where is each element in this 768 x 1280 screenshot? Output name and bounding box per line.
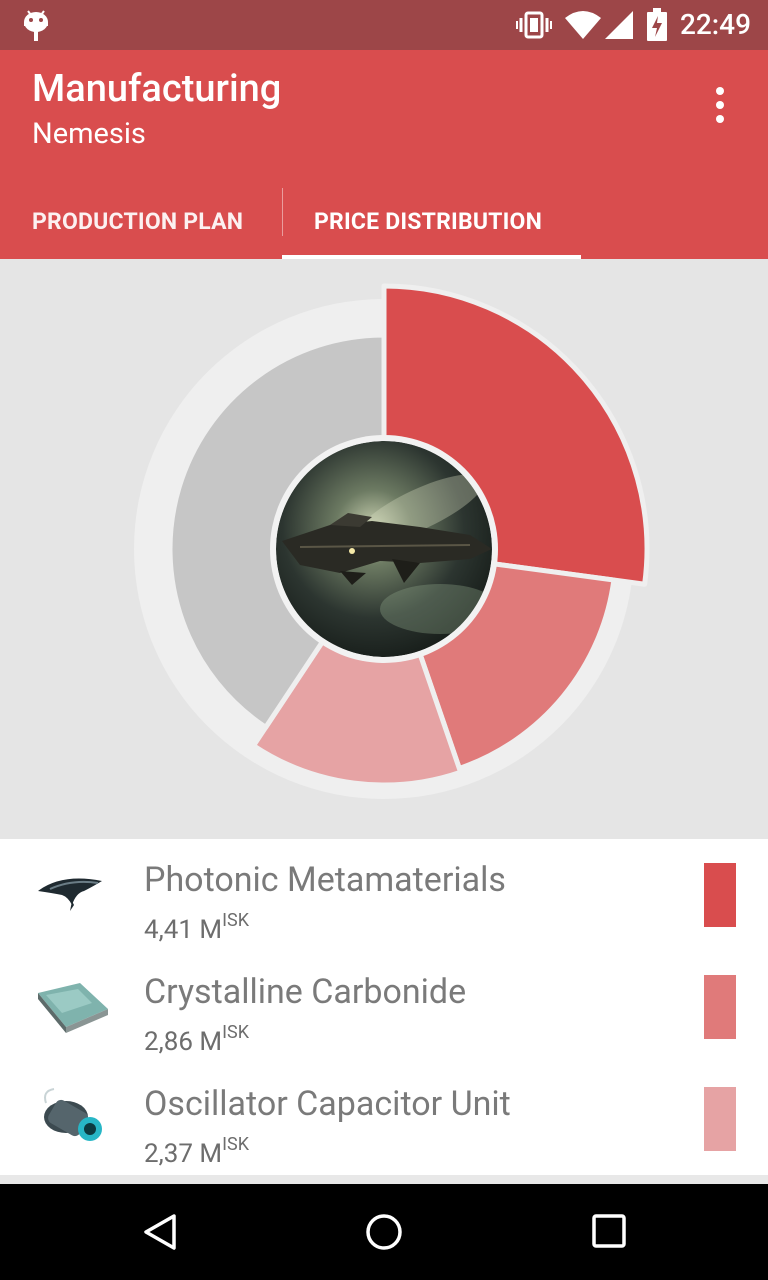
material-price: 2,86 MISK (144, 1022, 249, 1057)
currency-unit: ISK (222, 1022, 249, 1043)
list-item[interactable]: Oscillator Capacitor Unit 2,37 MISK (0, 1063, 768, 1175)
currency-unit: ISK (222, 910, 249, 931)
recents-icon[interactable] (590, 1212, 630, 1252)
tab-price-distribution[interactable]: PRICE DISTRIBUTION (314, 186, 542, 259)
battery-charging-icon (647, 8, 667, 41)
page-subtitle: Nemesis (32, 117, 146, 151)
more-vert-icon[interactable] (700, 80, 740, 130)
photonic-metamaterials-icon (38, 878, 102, 911)
color-swatch (704, 863, 736, 927)
price-distribution-chart (0, 259, 768, 839)
list-item[interactable]: Crystalline Carbonide 2,86 MISK (0, 951, 768, 1063)
android-icon (24, 10, 48, 41)
list-item[interactable]: Photonic Metamaterials 4,41 MISK (0, 839, 768, 951)
material-price: 4,41 MISK (144, 910, 249, 945)
signal-icon (605, 11, 633, 39)
materials-list: Photonic Metamaterials 4,41 MISK Crystal… (0, 839, 768, 1175)
page-title: Manufacturing (32, 67, 282, 111)
tab-production-plan[interactable]: PRODUCTION PLAN (32, 186, 243, 259)
crystalline-carbonide-icon (38, 983, 108, 1033)
tab-bar: PRODUCTION PLAN PRICE DISTRIBUTION (0, 186, 768, 259)
material-name: Photonic Metamaterials (144, 860, 506, 900)
list-bottom-gap (0, 1175, 768, 1184)
clock: 22:49 (679, 8, 751, 41)
navigation-bar (0, 1184, 768, 1280)
vibrate-icon (516, 11, 552, 39)
app-bar: Manufacturing Nemesis PRODUCTION PLAN PR… (0, 50, 768, 259)
color-swatch (704, 975, 736, 1039)
material-price: 2,37 MISK (144, 1134, 249, 1169)
currency-unit: ISK (222, 1134, 249, 1155)
oscillator-capacitor-unit-icon (44, 1088, 102, 1141)
home-icon[interactable] (364, 1212, 404, 1252)
material-name: Oscillator Capacitor Unit (144, 1084, 511, 1124)
wifi-icon (565, 11, 601, 39)
tab-divider (282, 188, 283, 236)
back-icon[interactable] (140, 1212, 180, 1252)
donut-chart (134, 283, 650, 799)
material-name: Crystalline Carbonide (144, 972, 467, 1012)
status-bar: 22:49 (0, 0, 768, 50)
color-swatch (704, 1087, 736, 1151)
